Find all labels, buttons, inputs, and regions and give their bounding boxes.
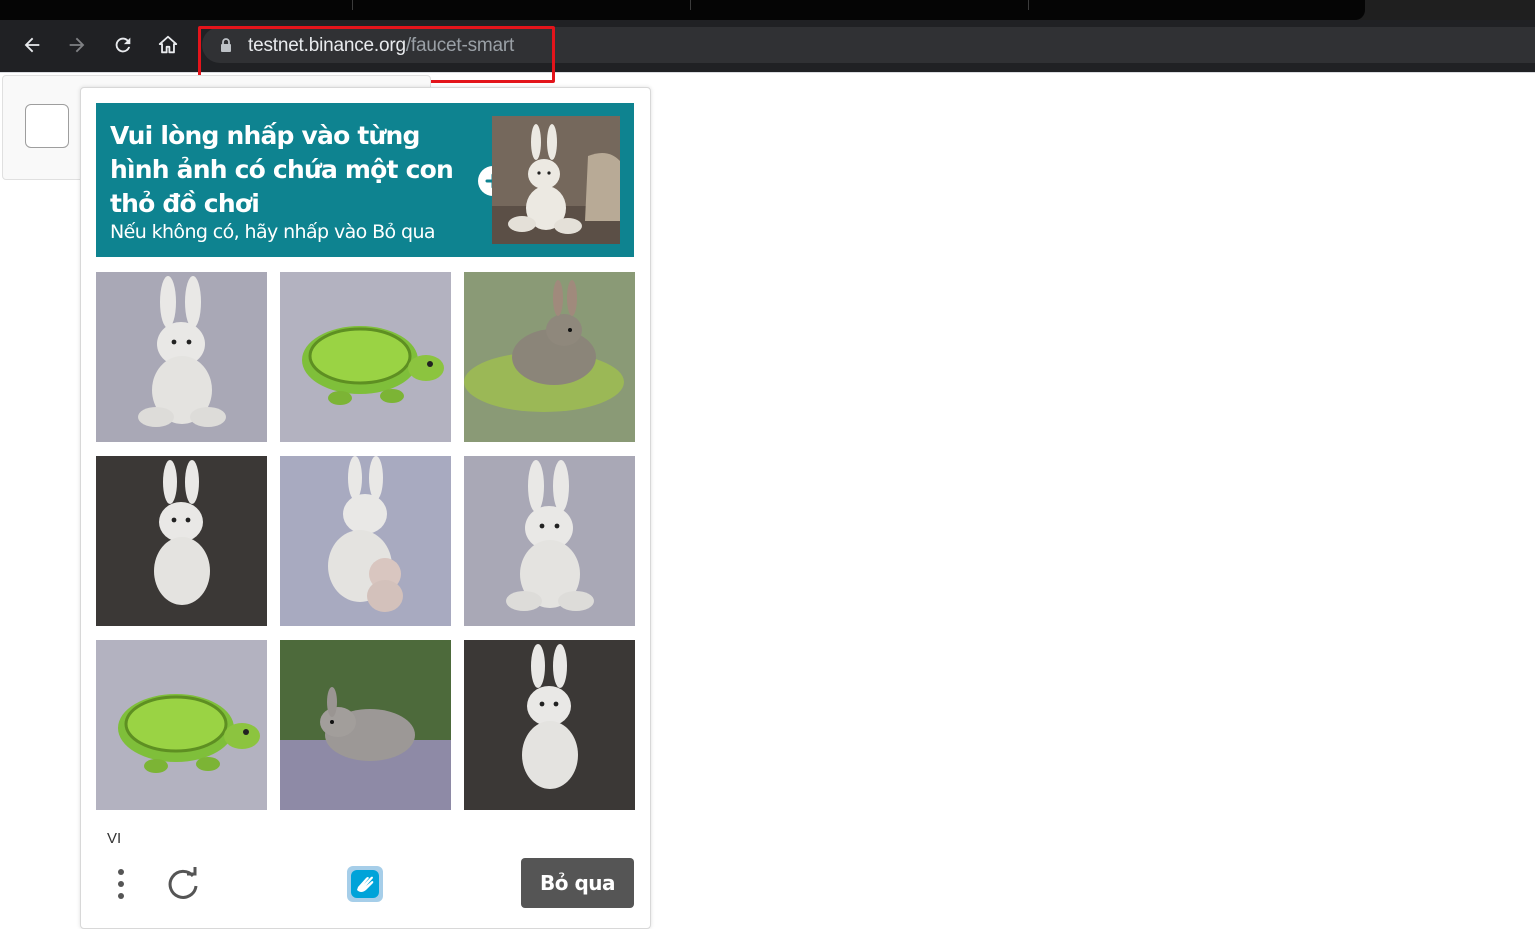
tab-separator	[1028, 0, 1029, 10]
menu-button[interactable]	[111, 866, 131, 902]
toy-bunny-icon	[96, 272, 267, 442]
prompt-subtitle: Nếu không có, hãy nhấp vào Bỏ qua	[110, 221, 436, 243]
tab-area	[0, 0, 1365, 20]
hcaptcha-logo-icon	[347, 866, 383, 902]
captcha-checkbox[interactable]	[25, 104, 69, 148]
back-icon	[24, 37, 40, 53]
challenge-tile[interactable]	[96, 272, 267, 442]
challenge-tile[interactable]	[464, 456, 635, 626]
tab-strip	[0, 0, 1535, 20]
skip-button[interactable]: Bỏ qua	[521, 858, 634, 908]
toy-bunny-example-icon	[492, 116, 620, 244]
hcaptcha-logo	[341, 860, 389, 908]
challenge-tile[interactable]	[280, 456, 451, 626]
toy-bunny-icon	[464, 640, 635, 810]
forward-icon	[69, 37, 85, 53]
challenge-tile[interactable]	[280, 640, 451, 810]
toy-turtle-icon	[280, 272, 451, 442]
image-grid	[96, 272, 635, 810]
challenge-tile[interactable]	[96, 456, 267, 626]
challenge-tile[interactable]	[280, 272, 451, 442]
real-rabbit-in-grass-icon	[280, 640, 451, 810]
home-icon	[158, 35, 178, 54]
tab-separator	[352, 0, 353, 10]
challenge-tile[interactable]	[96, 640, 267, 810]
more-vert-icon	[118, 869, 124, 899]
refresh-challenge-button[interactable]	[163, 864, 203, 904]
language-selector[interactable]: VI	[107, 830, 121, 847]
reload-icon	[115, 37, 131, 53]
toy-bunny-icon	[464, 456, 635, 626]
example-image	[492, 116, 620, 244]
home-button[interactable]	[151, 28, 185, 62]
forward-button[interactable]	[60, 28, 94, 62]
challenge-prompt: Vui lòng nhấp vào từng hình ảnh có chứa …	[96, 103, 634, 257]
challenge-tile[interactable]	[464, 272, 635, 442]
back-button[interactable]	[15, 28, 49, 62]
refresh-icon	[168, 867, 198, 899]
toy-turtle-icon	[96, 640, 267, 810]
tab-separator	[690, 0, 691, 10]
challenge-tile[interactable]	[464, 640, 635, 810]
reload-button[interactable]	[106, 28, 140, 62]
real-rabbit-in-water-icon	[464, 272, 635, 442]
toy-bunny-with-small-bunny-icon	[280, 456, 451, 626]
captcha-challenge: Vui lòng nhấp vào từng hình ảnh có chứa …	[80, 87, 651, 929]
prompt-title: Vui lòng nhấp vào từng hình ảnh có chứa …	[110, 121, 454, 218]
toy-bunny-icon	[96, 456, 267, 626]
